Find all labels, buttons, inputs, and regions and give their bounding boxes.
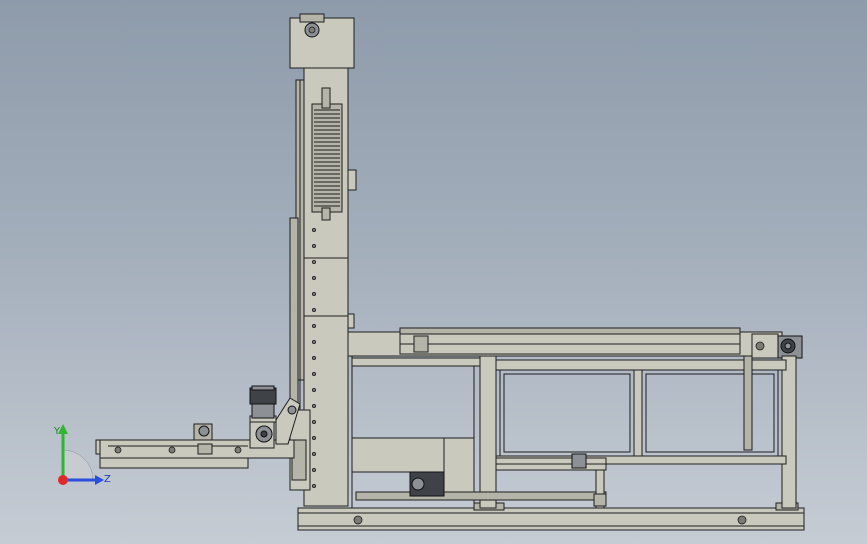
column-bolt-hole [311,355,316,360]
triad-z-label: Z [104,474,111,485]
lower-conveyor [351,437,607,509]
column-bolt-hole [311,291,316,296]
column-bolt-hole [311,323,316,328]
horizontal-beam [347,327,803,359]
column-bolt-hole [311,403,316,408]
left-arm [95,385,301,469]
column-bolt-hole [311,467,316,472]
column-bolt-hole [311,483,316,488]
machine-drawing: Y Z [53,13,805,531]
column-bolt-hole [311,259,316,264]
triad-y-label: Y [53,426,61,437]
triad-quadrant-icon [62,449,94,481]
column-bolt-hole [311,419,316,424]
cad-viewport[interactable]: Y Z [0,0,867,544]
vertical-column [289,13,357,507]
column-bolt-hole [311,435,316,440]
column-bolt-hole [311,307,316,312]
column-bolt-hole [311,275,316,280]
column-bolt-hole [311,339,316,344]
base-rail [297,502,805,531]
column-bolt-hole [311,227,316,232]
column-bolt-hole [311,371,316,376]
column-bolt-hole [311,451,316,456]
column-bolt-hole [311,243,316,248]
column-bolt-hole [311,387,316,392]
